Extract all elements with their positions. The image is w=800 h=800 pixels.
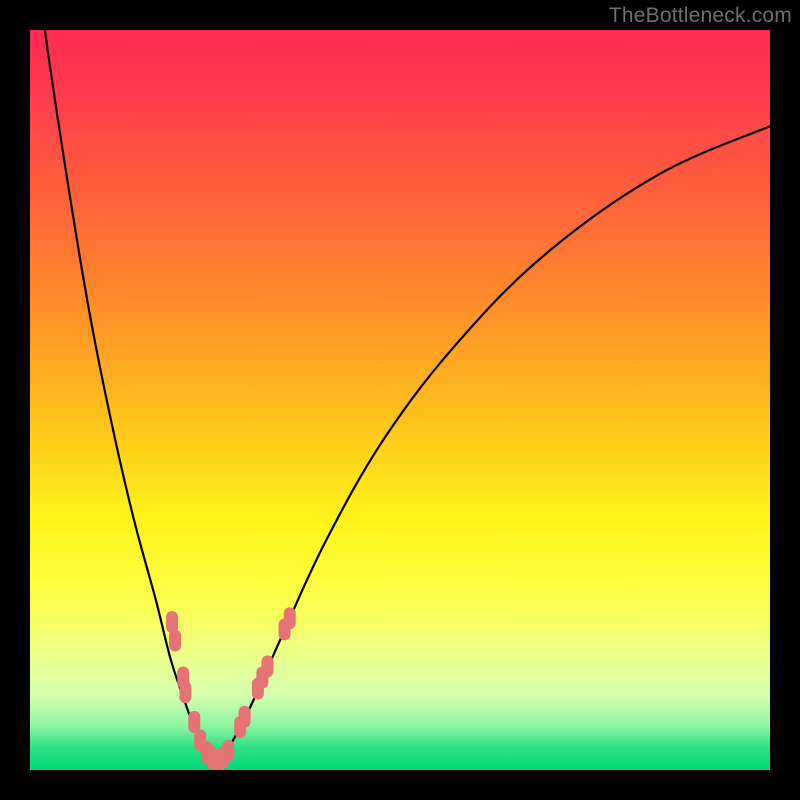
bead-marker: [284, 607, 296, 629]
curve-beads: [30, 30, 770, 770]
watermark-text: TheBottleneck.com: [609, 4, 792, 28]
bead-marker: [222, 740, 234, 762]
bead-marker: [239, 706, 251, 728]
bead-marker: [188, 711, 200, 733]
bead-marker: [169, 630, 181, 652]
bead-marker: [179, 681, 191, 703]
chart-frame: TheBottleneck.com: [0, 0, 800, 800]
plot-area: [30, 30, 770, 770]
bead-marker: [262, 655, 274, 677]
